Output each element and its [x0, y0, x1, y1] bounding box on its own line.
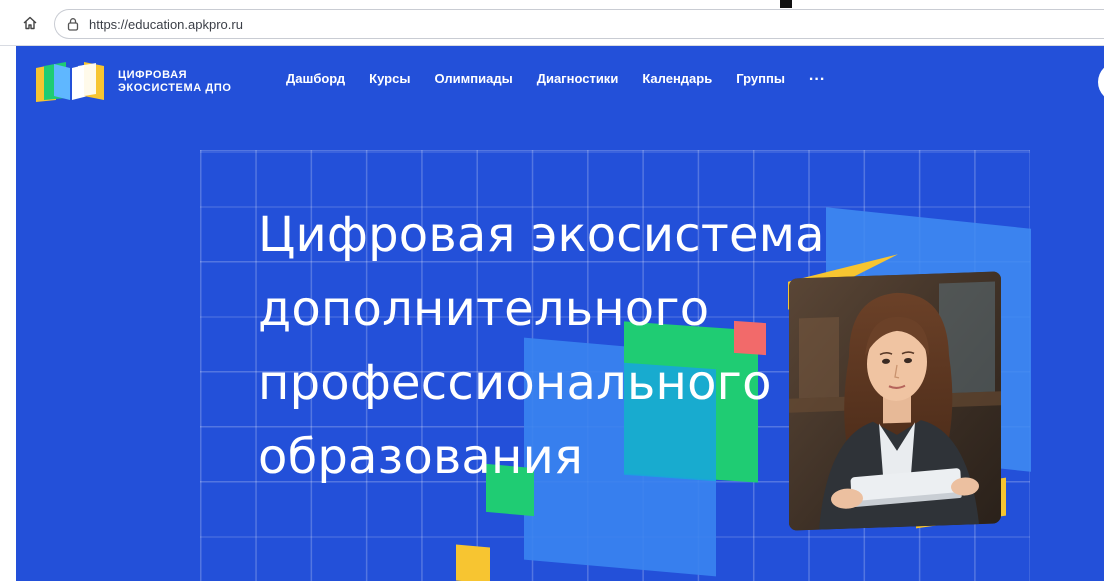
camera-notch [780, 0, 792, 8]
more-horizontal-icon[interactable]: ... [809, 67, 825, 83]
open-book-logo-icon [36, 62, 104, 102]
hero-heading-line-2: дополнительного [258, 281, 710, 337]
hero-heading: Цифровая экосистема дополнительного проф… [258, 198, 958, 494]
site-header: ЦИФРОВАЯ ЭКОСИСТЕМА ДПО Дашборд Курсы Ол… [16, 46, 1104, 118]
logo-line-1: ЦИФРОВАЯ [118, 69, 188, 81]
nav-item-olympiads[interactable]: Олимпиады [434, 71, 512, 86]
nav-item-groups[interactable]: Группы [736, 71, 785, 86]
lock-icon [65, 16, 81, 32]
browser-toolbar: https://education.apkpro.ru [0, 0, 1104, 46]
home-icon [23, 16, 37, 30]
decor-yellow-square [456, 544, 490, 581]
home-button[interactable] [18, 11, 42, 35]
hero-heading-line-4: образования [258, 429, 584, 485]
site-logo[interactable]: ЦИФРОВАЯ ЭКОСИСТЕМА ДПО [34, 60, 232, 104]
main-nav: Дашборд Курсы Олимпиады Диагностики Кале… [286, 67, 825, 86]
url-text[interactable]: https://education.apkpro.ru [89, 17, 243, 32]
hero-heading-line-3: профессионального [258, 355, 772, 411]
hero-heading-line-1: Цифровая экосистема [258, 207, 825, 263]
page-viewport: ЦИФРОВАЯ ЭКОСИСТЕМА ДПО Дашборд Курсы Ол… [16, 46, 1104, 581]
nav-item-dashboard[interactable]: Дашборд [286, 71, 345, 86]
nav-item-courses[interactable]: Курсы [369, 71, 410, 86]
user-avatar[interactable] [1098, 62, 1104, 102]
nav-item-diagnostics[interactable]: Диагностики [537, 71, 619, 86]
address-bar[interactable]: https://education.apkpro.ru [54, 9, 1104, 39]
nav-item-calendar[interactable]: Календарь [642, 71, 712, 86]
logo-line-2: ЭКОСИСТЕМА ДПО [118, 82, 232, 94]
